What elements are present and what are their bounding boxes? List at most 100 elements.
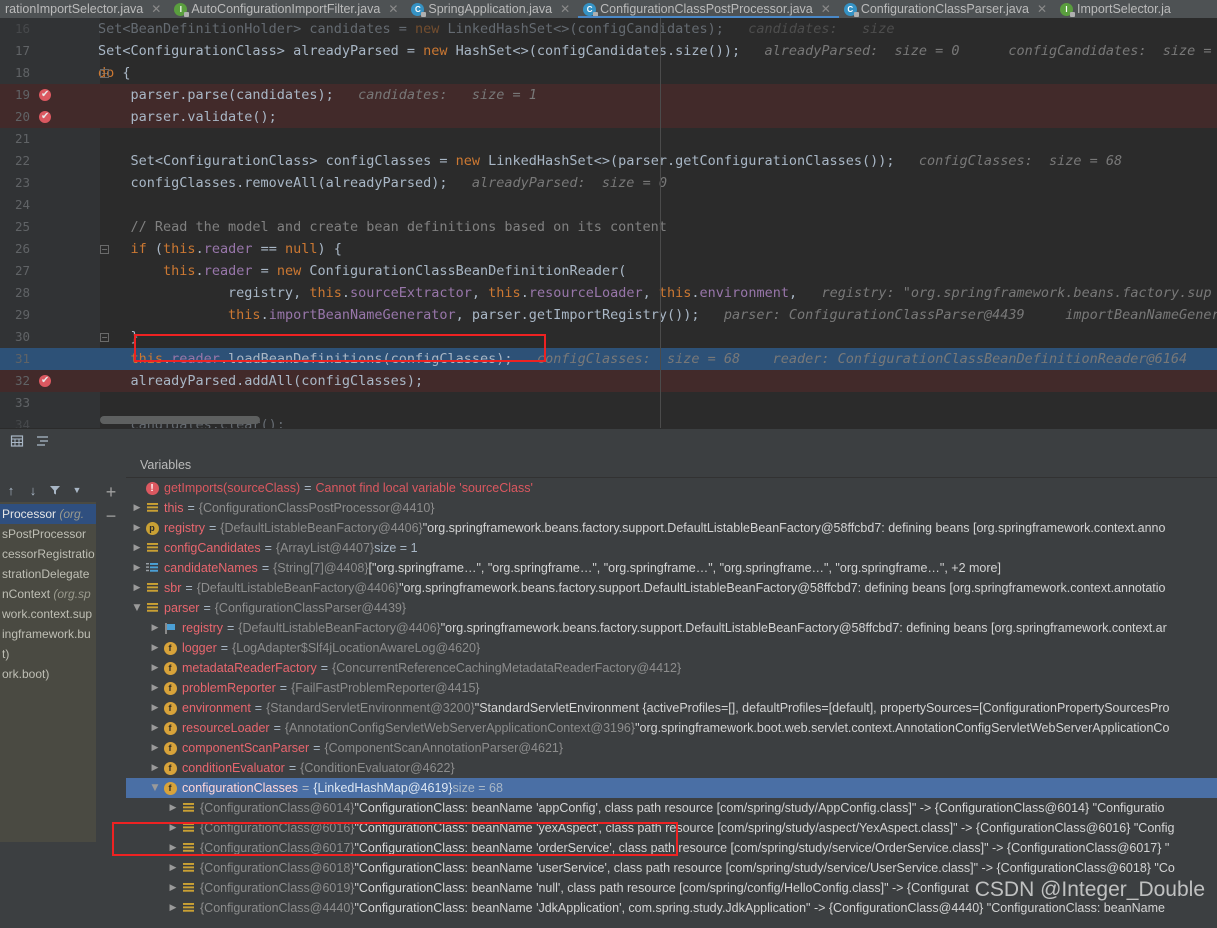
code-line[interactable]: 32 alreadyParsed.addAll(configClasses); <box>0 370 1217 392</box>
variable-row[interactable]: ▶ f environment = {StandardServletEnvironmen… <box>126 698 1217 718</box>
chevron-right-icon[interactable]: ▶ <box>166 858 180 878</box>
code-line[interactable]: 33 <box>0 392 1217 414</box>
breakpoint-gutter[interactable] <box>36 282 56 304</box>
restore-layout-icon[interactable] <box>6 431 28 451</box>
code-line[interactable]: 16 Set<BeanDefinitionHolder> candidates =… <box>0 18 1217 40</box>
code-line[interactable]: 29 this.importBeanNameGenerator, parser.… <box>0 304 1217 326</box>
variable-row[interactable]: ▶ {ConfigurationClass@6014} "Configuratio… <box>126 798 1217 818</box>
variable-row[interactable]: ▶ f resourceLoader = {AnnotationConfigServle… <box>126 718 1217 738</box>
breakpoint-gutter[interactable] <box>36 40 56 62</box>
variable-row[interactable]: ▶ {ConfigurationClass@6017} "Configuratio… <box>126 838 1217 858</box>
down-arrow-icon[interactable]: ↓ <box>22 479 44 501</box>
breakpoint-gutter[interactable] <box>36 150 56 172</box>
frame-row[interactable]: Processor (org. <box>0 504 96 524</box>
variable-row[interactable]: ▶ f componentScanParser = {ComponentScanAnno… <box>126 738 1217 758</box>
fold-gutter[interactable] <box>56 106 80 128</box>
frame-row[interactable]: cessorRegistratio <box>0 544 96 564</box>
fold-gutter[interactable] <box>56 348 80 370</box>
chevron-down-icon[interactable]: ▼ <box>148 778 162 798</box>
code-line[interactable]: 18 − do { <box>0 62 1217 84</box>
frame-row[interactable]: t) <box>0 644 96 664</box>
breakpoint-gutter[interactable] <box>36 194 56 216</box>
fold-toggle-icon[interactable]: − <box>100 69 109 78</box>
variable-row[interactable]: ▶ {ConfigurationClass@6018} "Configuratio… <box>126 858 1217 878</box>
variable-row[interactable]: ▶ {ConfigurationClass@6016} "Configuratio… <box>126 818 1217 838</box>
variable-row[interactable]: ▶ f logger = {LogAdapter$Slf4jLocationAwareL… <box>126 638 1217 658</box>
code-editor[interactable]: 16 Set<BeanDefinitionHolder> candidates =… <box>0 18 1217 428</box>
breakpoint-gutter[interactable] <box>36 128 56 150</box>
fold-gutter[interactable] <box>56 150 80 172</box>
chevron-right-icon[interactable]: ▶ <box>148 638 162 658</box>
variable-row[interactable]: ▶ registry = {DefaultListableBeanFactory@44… <box>126 618 1217 638</box>
editor-tab-0[interactable]: rationImportSelector.java ✕ <box>0 0 169 18</box>
editor-tab-bar[interactable]: rationImportSelector.java ✕ I AutoConfigura… <box>0 0 1217 18</box>
fold-gutter[interactable] <box>56 216 80 238</box>
breakpoint-gutter[interactable] <box>36 392 56 414</box>
chevron-right-icon[interactable]: ▶ <box>130 558 144 578</box>
breakpoint-gutter[interactable] <box>36 370 56 392</box>
code-line[interactable]: 21 <box>0 128 1217 150</box>
fold-toggle-icon[interactable]: − <box>100 245 109 254</box>
variable-row[interactable]: ▶ {ConfigurationClass@6019} "Configuratio… <box>126 878 1217 898</box>
variable-row[interactable]: ▶ candidateNames = {String[7]@4408} ["org.s… <box>126 558 1217 578</box>
breakpoint-icon[interactable] <box>39 106 51 128</box>
breakpoint-gutter[interactable] <box>36 18 56 40</box>
breakpoint-gutter[interactable] <box>36 304 56 326</box>
close-icon[interactable]: ✕ <box>386 3 400 15</box>
code-line[interactable]: 25 // Read the model and create bean def… <box>0 216 1217 238</box>
up-arrow-icon[interactable]: ↑ <box>0 479 22 501</box>
fold-gutter[interactable] <box>56 194 80 216</box>
chevron-right-icon[interactable]: ▶ <box>148 718 162 738</box>
chevron-right-icon[interactable]: ▶ <box>148 678 162 698</box>
frame-row[interactable]: ork.boot) <box>0 664 96 684</box>
breakpoint-gutter[interactable] <box>36 238 56 260</box>
fold-gutter[interactable] <box>56 128 80 150</box>
fold-gutter[interactable] <box>56 304 80 326</box>
chevron-right-icon[interactable]: ▶ <box>148 658 162 678</box>
variable-row[interactable]: ▶ f metadataReaderFactory = {ConcurrentRefer… <box>126 658 1217 678</box>
code-line[interactable]: 31 this.reader.loadBeanDefinitions(confi… <box>0 348 1217 370</box>
code-line[interactable]: 30 − } <box>0 326 1217 348</box>
fold-gutter[interactable]: − <box>56 326 109 348</box>
chevron-down-icon[interactable]: ▼ <box>130 598 144 618</box>
editor-horizontal-scrollbar[interactable] <box>100 416 260 424</box>
frame-row[interactable]: strationDelegate <box>0 564 96 584</box>
frames-list[interactable]: Processor (org. sPostProcessor cessorRegi… <box>0 502 96 842</box>
fold-gutter[interactable] <box>56 392 80 414</box>
variable-row[interactable]: ▼ parser = {ConfigurationClassParser@4439} <box>126 598 1217 618</box>
code-line[interactable]: 17 Set<ConfigurationClass> alreadyParsed … <box>0 40 1217 62</box>
variable-row[interactable]: ▶ sbr = {DefaultListableBeanFactory@4406} "… <box>126 578 1217 598</box>
close-icon[interactable]: ✕ <box>819 3 833 15</box>
frame-row[interactable]: sPostProcessor <box>0 524 96 544</box>
add-watch-button[interactable]: + <box>99 480 123 504</box>
chevron-right-icon[interactable]: ▶ <box>148 738 162 758</box>
chevron-right-icon[interactable]: ▶ <box>166 798 180 818</box>
chevron-right-icon[interactable]: ▶ <box>148 618 162 638</box>
frame-row[interactable]: nContext (org.sp <box>0 584 96 604</box>
dropdown-icon[interactable]: ▼ <box>66 479 88 501</box>
fold-gutter[interactable] <box>56 84 80 106</box>
code-line[interactable]: 23 configClasses.removeAll(alreadyParsed… <box>0 172 1217 194</box>
code-line[interactable]: 24 <box>0 194 1217 216</box>
breakpoint-gutter[interactable] <box>36 414 56 428</box>
fold-gutter[interactable] <box>56 414 80 428</box>
filter-icon[interactable] <box>44 479 66 501</box>
chevron-right-icon[interactable]: ▶ <box>148 698 162 718</box>
fold-gutter[interactable] <box>56 172 80 194</box>
code-line[interactable]: 19 parser.parse(candidates); candidates:… <box>0 84 1217 106</box>
chevron-right-icon[interactable]: ▶ <box>130 578 144 598</box>
settings-layout-icon[interactable] <box>32 431 54 451</box>
variable-row[interactable]: ▶ p registry = {DefaultListableBeanFactory@4… <box>126 518 1217 538</box>
chevron-right-icon[interactable]: ▶ <box>130 538 144 558</box>
variable-row[interactable]: ▶ f conditionEvaluator = {ConditionEvaluator… <box>126 758 1217 778</box>
editor-tab-5[interactable]: I ImportSelector.ja <box>1055 0 1183 18</box>
code-line[interactable]: 20 parser.validate(); <box>0 106 1217 128</box>
code-line[interactable]: 26 − if (this.reader == null) { <box>0 238 1217 260</box>
breakpoint-gutter[interactable] <box>36 172 56 194</box>
chevron-right-icon[interactable]: ▶ <box>130 498 144 518</box>
fold-gutter[interactable] <box>56 282 80 304</box>
fold-gutter[interactable]: − <box>56 62 109 84</box>
fold-gutter[interactable] <box>56 18 80 40</box>
breakpoint-icon[interactable] <box>39 370 51 392</box>
editor-tab-4[interactable]: C ConfigurationClassParser.java ✕ <box>839 0 1055 18</box>
